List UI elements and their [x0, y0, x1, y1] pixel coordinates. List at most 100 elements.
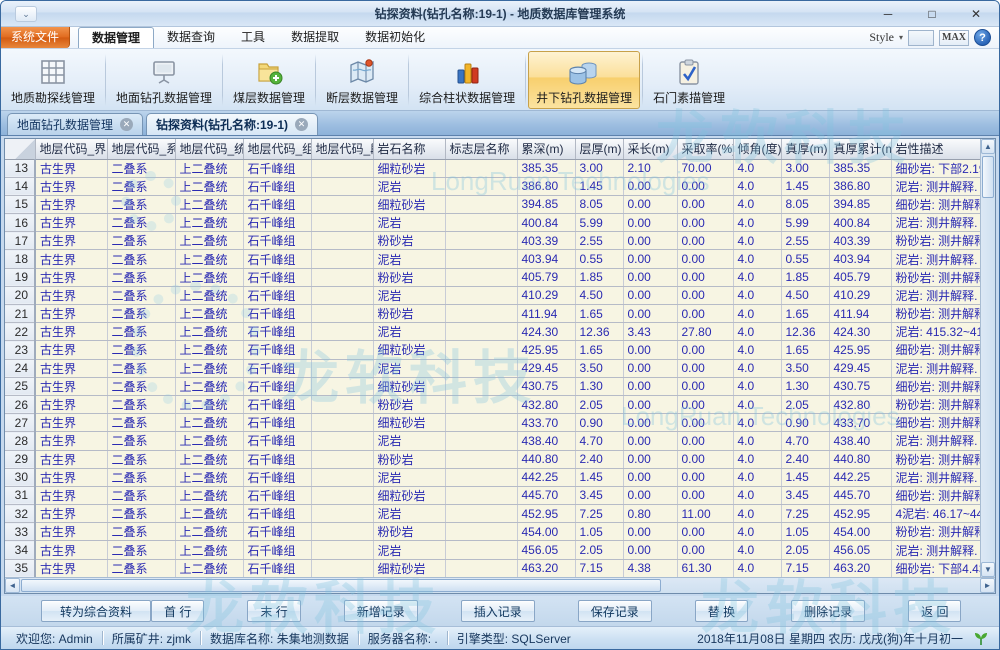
table-cell[interactable]: 2.05 [575, 541, 623, 559]
table-cell[interactable]: 3.50 [575, 359, 623, 377]
table-cell[interactable]: 0.00 [677, 341, 733, 359]
table-cell[interactable]: 0.00 [623, 268, 677, 286]
table-cell[interactable]: 456.05 [829, 541, 891, 559]
table-cell[interactable]: 0.00 [623, 214, 677, 232]
table-cell[interactable] [311, 395, 373, 413]
table-cell[interactable]: 27.80 [677, 323, 733, 341]
table-cell[interactable]: 70.00 [677, 159, 733, 177]
return-button[interactable]: 返 回 [908, 600, 961, 622]
table-cell[interactable]: 0.00 [677, 232, 733, 250]
table-row[interactable]: 17古生界二叠系上二叠统石千峰组粉砂岩403.392.550.000.004.0… [5, 232, 980, 250]
system-file-button[interactable]: 系统文件 [1, 27, 70, 48]
table-cell[interactable]: 石千峰组 [243, 414, 311, 432]
table-cell[interactable]: 泥岩: 测井解释. [891, 177, 980, 195]
column-header[interactable]: 岩石名称 [373, 139, 445, 159]
table-cell[interactable]: 4.0 [733, 505, 781, 523]
table-cell[interactable]: 4.0 [733, 177, 781, 195]
table-cell[interactable] [311, 305, 373, 323]
close-button[interactable]: ✕ [967, 6, 985, 22]
row-number-cell[interactable]: 20 [5, 286, 35, 304]
table-cell[interactable]: 452.95 [829, 505, 891, 523]
column-header[interactable]: 采取率(%) [677, 139, 733, 159]
table-cell[interactable]: 细粒砂岩 [373, 377, 445, 395]
table-cell[interactable]: 上二叠统 [175, 559, 243, 577]
table-cell[interactable]: 0.00 [677, 177, 733, 195]
table-cell[interactable]: 上二叠统 [175, 395, 243, 413]
table-cell[interactable]: 12.36 [781, 323, 829, 341]
table-cell[interactable] [445, 541, 517, 559]
table-cell[interactable]: 0.00 [677, 268, 733, 286]
table-cell[interactable]: 1.45 [575, 177, 623, 195]
row-number-cell[interactable]: 31 [5, 486, 35, 504]
table-cell[interactable]: 泥岩 [373, 505, 445, 523]
column-header[interactable]: 真厚(m) [781, 139, 829, 159]
scroll-left-icon[interactable]: ◄ [5, 578, 20, 593]
table-cell[interactable] [445, 341, 517, 359]
table-cell[interactable] [311, 468, 373, 486]
table-cell[interactable]: 泥岩 [373, 323, 445, 341]
table-cell[interactable]: 古生界 [35, 377, 107, 395]
table-cell[interactable]: 4.0 [733, 268, 781, 286]
replace-button[interactable]: 替 换 [695, 600, 748, 622]
save-record-button[interactable]: 保存记录 [578, 600, 652, 622]
table-cell[interactable]: 424.30 [829, 323, 891, 341]
table-cell[interactable]: 452.95 [517, 505, 575, 523]
table-cell[interactable]: 4.0 [733, 232, 781, 250]
ribbon-button-fault[interactable]: 断层数据管理 [318, 51, 406, 109]
table-cell[interactable]: 泥岩 [373, 250, 445, 268]
table-cell[interactable]: 4.0 [733, 305, 781, 323]
table-cell[interactable]: 3.50 [781, 359, 829, 377]
table-cell[interactable]: 粉砂岩: 测井解释. [891, 232, 980, 250]
table-cell[interactable]: 403.39 [517, 232, 575, 250]
ribbon-button-survey-line[interactable]: 地质勘探线管理 [3, 51, 103, 109]
row-number-cell[interactable]: 34 [5, 541, 35, 559]
table-cell[interactable]: 二叠系 [107, 323, 175, 341]
table-cell[interactable]: 2.05 [781, 541, 829, 559]
table-cell[interactable] [445, 505, 517, 523]
table-cell[interactable]: 4.70 [575, 432, 623, 450]
table-cell[interactable]: 3.43 [623, 323, 677, 341]
table-cell[interactable] [445, 159, 517, 177]
table-cell[interactable]: 4.50 [575, 286, 623, 304]
table-cell[interactable]: 1.65 [575, 341, 623, 359]
table-cell[interactable]: 463.20 [829, 559, 891, 577]
table-cell[interactable]: 4.0 [733, 286, 781, 304]
table-cell[interactable]: 4.0 [733, 432, 781, 450]
table-cell[interactable]: 424.30 [517, 323, 575, 341]
table-cell[interactable]: 445.70 [829, 486, 891, 504]
table-row[interactable]: 27古生界二叠系上二叠统石千峰组细粒砂岩433.700.900.000.004.… [5, 414, 980, 432]
table-cell[interactable]: 泥岩: 测井解释. [891, 541, 980, 559]
table-cell[interactable]: 0.00 [623, 468, 677, 486]
table-cell[interactable]: 细砂岩: 测井解释. [891, 414, 980, 432]
table-cell[interactable]: 0.00 [623, 177, 677, 195]
table-cell[interactable]: 石千峰组 [243, 468, 311, 486]
table-cell[interactable]: 1.65 [781, 341, 829, 359]
table-cell[interactable]: 石千峰组 [243, 559, 311, 577]
column-header[interactable]: 地层代码_组 [243, 139, 311, 159]
table-cell[interactable]: 403.94 [517, 250, 575, 268]
table-cell[interactable]: 456.05 [517, 541, 575, 559]
table-cell[interactable]: 8.05 [781, 195, 829, 213]
table-cell[interactable]: 403.39 [829, 232, 891, 250]
table-cell[interactable]: 二叠系 [107, 359, 175, 377]
table-cell[interactable]: 3.00 [575, 159, 623, 177]
table-row[interactable]: 19古生界二叠系上二叠统石千峰组粉砂岩405.791.850.000.004.0… [5, 268, 980, 286]
column-header[interactable]: 地层代码_系 [107, 139, 175, 159]
table-cell[interactable]: 454.00 [829, 523, 891, 541]
table-cell[interactable]: 5.99 [575, 214, 623, 232]
table-cell[interactable]: 粉砂岩: 测井解释. [891, 268, 980, 286]
table-cell[interactable]: 泥岩 [373, 214, 445, 232]
table-cell[interactable] [311, 486, 373, 504]
table-cell[interactable]: 古生界 [35, 468, 107, 486]
table-row[interactable]: 28古生界二叠系上二叠统石千峰组泥岩438.404.700.000.004.04… [5, 432, 980, 450]
table-cell[interactable]: 0.55 [781, 250, 829, 268]
table-cell[interactable]: 二叠系 [107, 195, 175, 213]
table-cell[interactable]: 0.00 [677, 541, 733, 559]
table-cell[interactable]: 1.45 [575, 468, 623, 486]
vertical-scroll-thumb[interactable] [982, 156, 994, 198]
table-cell[interactable]: 石千峰组 [243, 305, 311, 323]
table-cell[interactable]: 泥岩 [373, 432, 445, 450]
table-cell[interactable]: 粉砂岩 [373, 232, 445, 250]
table-cell[interactable]: 440.80 [517, 450, 575, 468]
table-cell[interactable]: 0.00 [677, 305, 733, 323]
